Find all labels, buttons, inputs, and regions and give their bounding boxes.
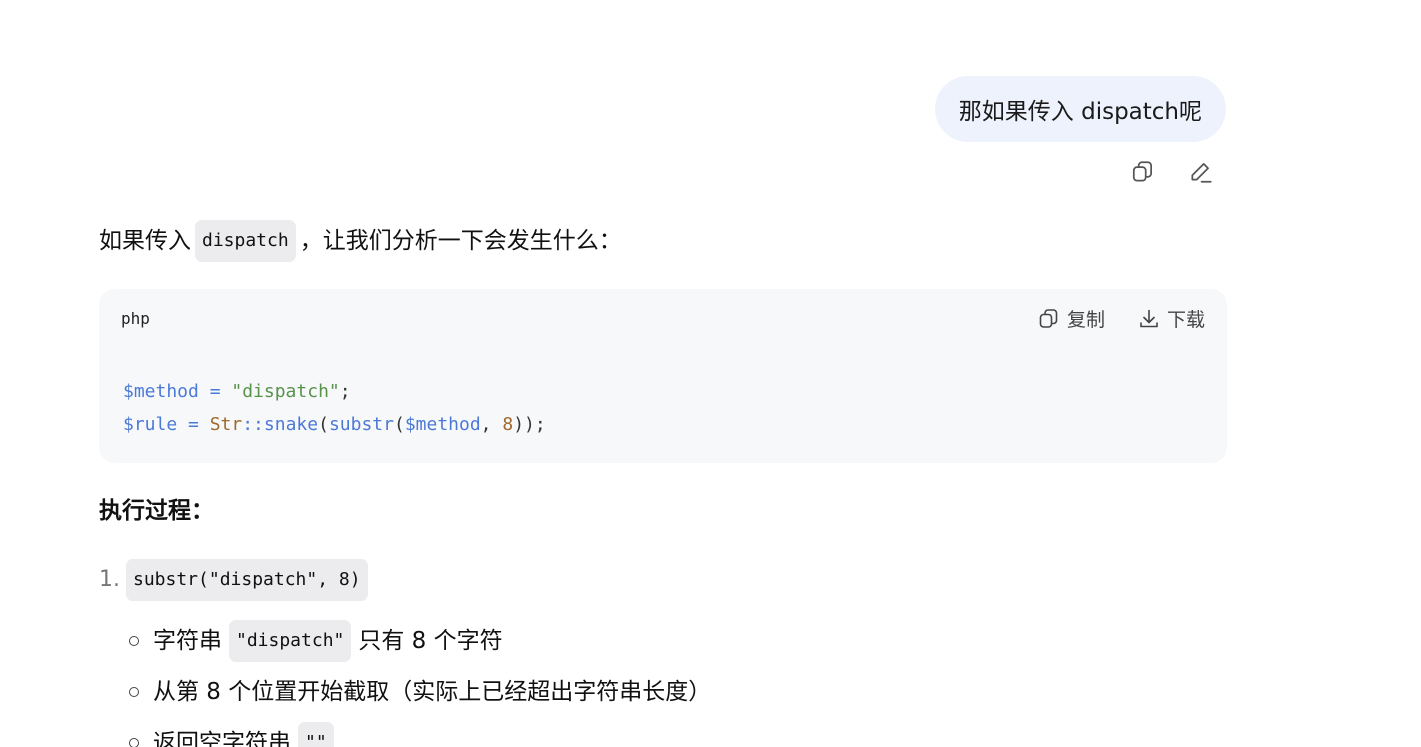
copy-icon (1132, 161, 1152, 182)
step-number: 1. (99, 567, 120, 592)
sub-item-text: 只有 8 个字符 (358, 627, 503, 654)
copy-message-button[interactable] (1129, 158, 1157, 186)
code-token-punctuation: ( (318, 414, 329, 435)
code-token-punctuation: ; (339, 381, 351, 402)
inline-code-substr: substr("dispatch", 8) (126, 559, 368, 601)
code-token-variable: $rule (123, 414, 178, 435)
code-token-variable: $method (123, 381, 199, 402)
code-token-punctuation: , (480, 414, 503, 435)
download-code-button[interactable]: 下载 (1137, 305, 1205, 332)
code-token-number: 8 (502, 414, 514, 435)
step-item: 1. substr("dispatch", 8) 字符串 "dispatch" … (99, 559, 1227, 747)
code-block: php 复制 下载 $method = "dispatch"; $rule = … (99, 289, 1227, 463)
code-token-variable: $method (404, 414, 481, 435)
pencil-icon (1191, 163, 1212, 183)
sub-item: 从第 8 个位置开始截取（实际上已经超出字符串长度） (129, 666, 1227, 717)
sub-item: 字符串 "dispatch" 只有 8 个字符 (129, 615, 1227, 666)
code-token-string: "dispatch" (231, 381, 340, 402)
inline-code-dispatch: dispatch (195, 220, 296, 262)
reply-intro: 如果传入 dispatch ，让我们分析一下会发生什么： (99, 220, 1227, 262)
sub-item-text: 从第 8 个位置开始截取（实际上已经超出字符串长度） (153, 678, 712, 705)
edit-message-button[interactable] (1187, 158, 1215, 186)
step-head: 1. substr("dispatch", 8) (99, 559, 1227, 601)
code-language-label: php (121, 309, 150, 328)
code-line-1: $method = "dispatch"; (123, 375, 546, 408)
code-token-class: Str (209, 414, 243, 435)
bullet-circle-icon (129, 737, 139, 747)
section-title: 执行过程： (99, 498, 214, 524)
chat-page: 那如果传入 dispatch呢 如果传入 dispatch ，让我们分析一下会发… (0, 0, 1421, 747)
bullet-circle-icon (129, 686, 139, 697)
user-message-bubble: 那如果传入 dispatch呢 (934, 76, 1226, 142)
code-token-operator: = (177, 414, 210, 435)
copy-code-button[interactable]: 复制 (1037, 305, 1105, 332)
code-token-function: snake (263, 414, 319, 435)
code-content: $method = "dispatch"; $rule = Str::snake(… (123, 375, 546, 441)
code-line-2: $rule = Str::snake(substr($method, 8)); (123, 408, 546, 441)
assistant-reply: 如果传入 dispatch ，让我们分析一下会发生什么： php 复制 下载 $… (99, 220, 1227, 747)
step-list: 1. substr("dispatch", 8) 字符串 "dispatch" … (99, 559, 1227, 747)
user-message-actions (1129, 158, 1215, 186)
code-toolbar: 复制 下载 (1037, 305, 1205, 332)
sub-item-text: 字符串 (153, 627, 222, 654)
sub-item: 返回空字符串 "" (129, 717, 1227, 747)
inline-code-empty-string: "" (298, 721, 334, 747)
intro-text-after: ，让我们分析一下会发生什么： (299, 228, 622, 254)
user-message-text: 那如果传入 dispatch呢 (958, 99, 1202, 125)
sub-item-text: 返回空字符串 (153, 729, 291, 747)
code-token-function: substr (328, 414, 394, 435)
code-token-punctuation: ( (393, 414, 405, 435)
download-code-label: 下载 (1166, 309, 1205, 331)
code-token-punctuation: )); (513, 414, 546, 435)
copy-icon (1039, 308, 1058, 328)
copy-code-label: 复制 (1066, 309, 1105, 331)
code-token-operator: = (198, 381, 232, 402)
intro-text-before: 如果传入 (99, 228, 191, 254)
code-token-operator: :: (242, 414, 264, 435)
inline-code-string: "dispatch" (229, 619, 352, 662)
step-sub-list: 字符串 "dispatch" 只有 8 个字符 从第 8 个位置开始截取（实际上… (129, 615, 1227, 747)
download-icon (1140, 309, 1158, 327)
bullet-circle-icon (129, 635, 139, 646)
